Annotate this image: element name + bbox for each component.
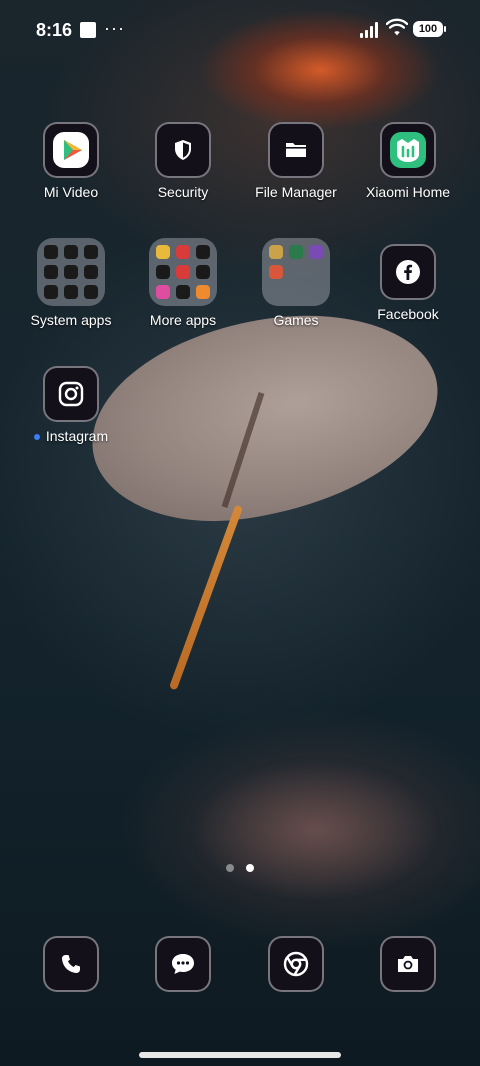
wifi-icon: [386, 18, 408, 36]
wallpaper-leaf-reflection: [190, 760, 440, 900]
app-xiaomi-home[interactable]: Xiaomi Home: [353, 122, 463, 200]
folder-icon: [37, 238, 105, 306]
chrome-icon: [268, 936, 324, 992]
folder-label: System apps: [30, 312, 112, 328]
instagram-icon: [43, 366, 99, 422]
app-label: File Manager: [255, 184, 337, 200]
xiaomi-home-icon: [380, 122, 436, 178]
app-label-text: Instagram: [45, 428, 109, 444]
page-indicator[interactable]: [224, 864, 258, 872]
app-mi-video[interactable]: Mi Video: [16, 122, 126, 200]
more-notifications-icon: ···: [104, 18, 125, 38]
mi-video-icon: [43, 122, 99, 178]
home-gesture-bar[interactable]: [139, 1052, 341, 1058]
message-icon: [155, 936, 211, 992]
folder-games[interactable]: Games: [241, 238, 351, 328]
app-security[interactable]: Security: [128, 122, 238, 200]
battery-icon: 100: [413, 21, 446, 37]
app-label: Mi Video: [43, 184, 99, 200]
dock-app-messages[interactable]: [128, 936, 238, 992]
folder-label: More apps: [149, 312, 217, 328]
new-app-dot: [33, 434, 40, 441]
dock-app-camera[interactable]: [353, 936, 463, 992]
app-facebook[interactable]: Facebook: [353, 244, 463, 322]
phone-icon: [43, 936, 99, 992]
camera-icon: [380, 936, 436, 992]
folder-icon: [149, 238, 217, 306]
dock-app-chrome[interactable]: [241, 936, 351, 992]
dock-app-phone[interactable]: [16, 936, 126, 992]
folder-more-apps[interactable]: More apps: [128, 238, 238, 328]
signal-icon: [360, 22, 382, 38]
notification-icon: [80, 22, 96, 38]
app-instagram[interactable]: Instagram: [16, 366, 126, 444]
folder-icon: [268, 122, 324, 178]
facebook-icon: [380, 244, 436, 300]
page-dot-2-active[interactable]: [246, 864, 254, 872]
dock: [0, 936, 480, 996]
folder-system-apps[interactable]: System apps: [16, 238, 126, 328]
app-label: Xiaomi Home: [365, 184, 451, 200]
wallpaper-leaf-stem: [168, 504, 244, 691]
wallpaper-leaf: [78, 296, 452, 539]
shield-icon: [155, 122, 211, 178]
status-bar: 8:16 ··· 100: [0, 0, 480, 60]
app-file-manager[interactable]: File Manager: [241, 122, 351, 200]
app-label: Instagram: [16, 428, 126, 444]
status-time: 8:16: [36, 20, 73, 40]
app-label: Facebook: [377, 306, 439, 322]
folder-label: Games: [273, 312, 319, 328]
folder-icon: [262, 238, 330, 306]
app-label: Security: [157, 184, 209, 200]
page-dot-1[interactable]: [226, 864, 234, 872]
